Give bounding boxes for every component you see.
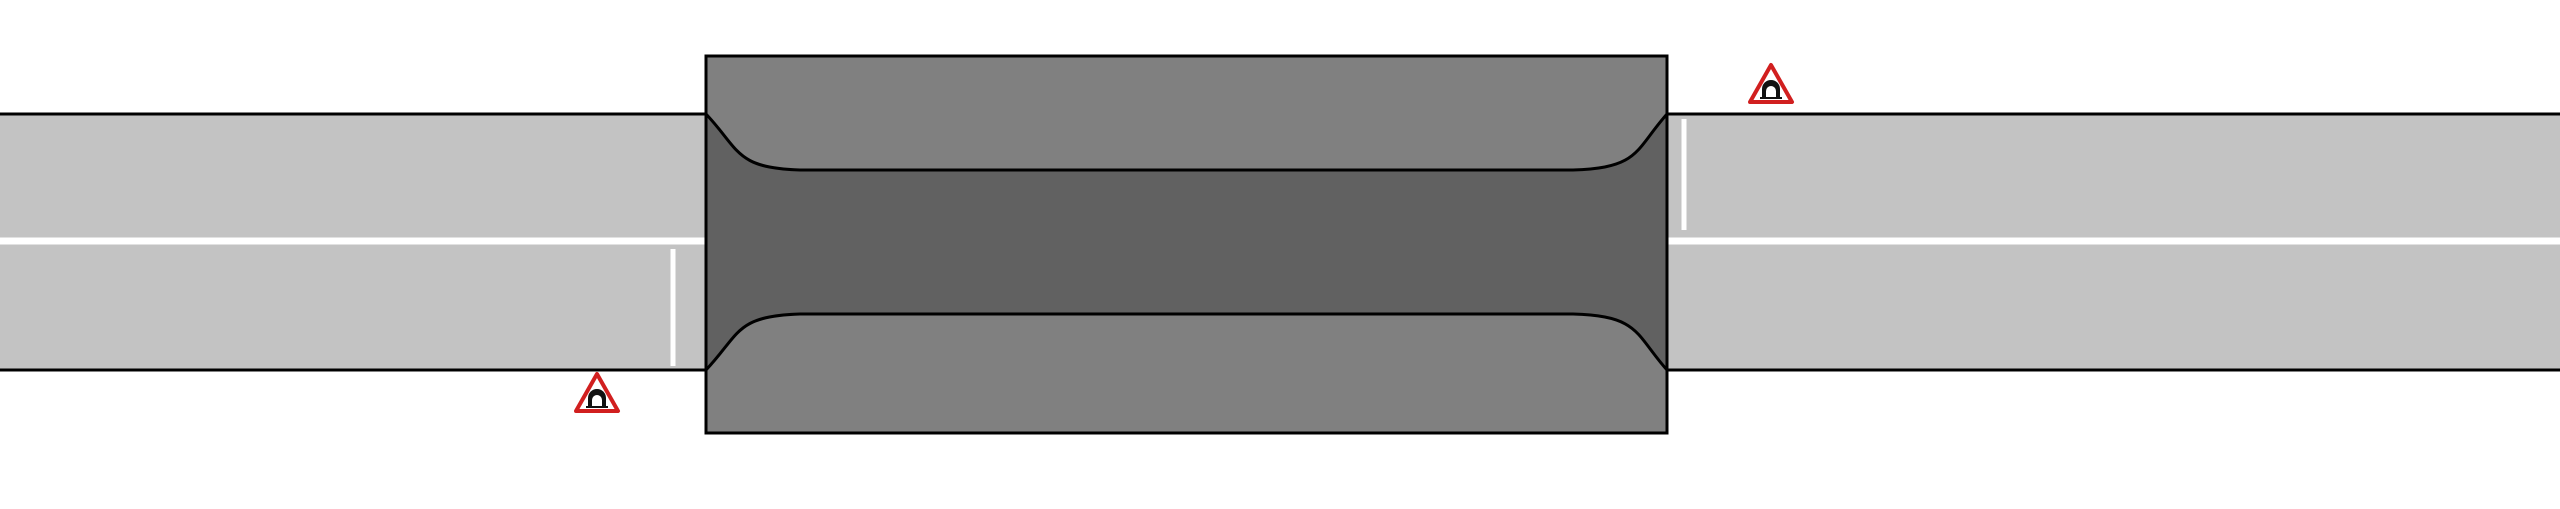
tunnel-diagram [0, 54, 2560, 435]
road-east [1666, 112, 2560, 372]
sign-west [574, 372, 620, 413]
sign-east [1748, 63, 1794, 104]
tunnel-block [704, 54, 1669, 435]
road-west [0, 112, 708, 372]
